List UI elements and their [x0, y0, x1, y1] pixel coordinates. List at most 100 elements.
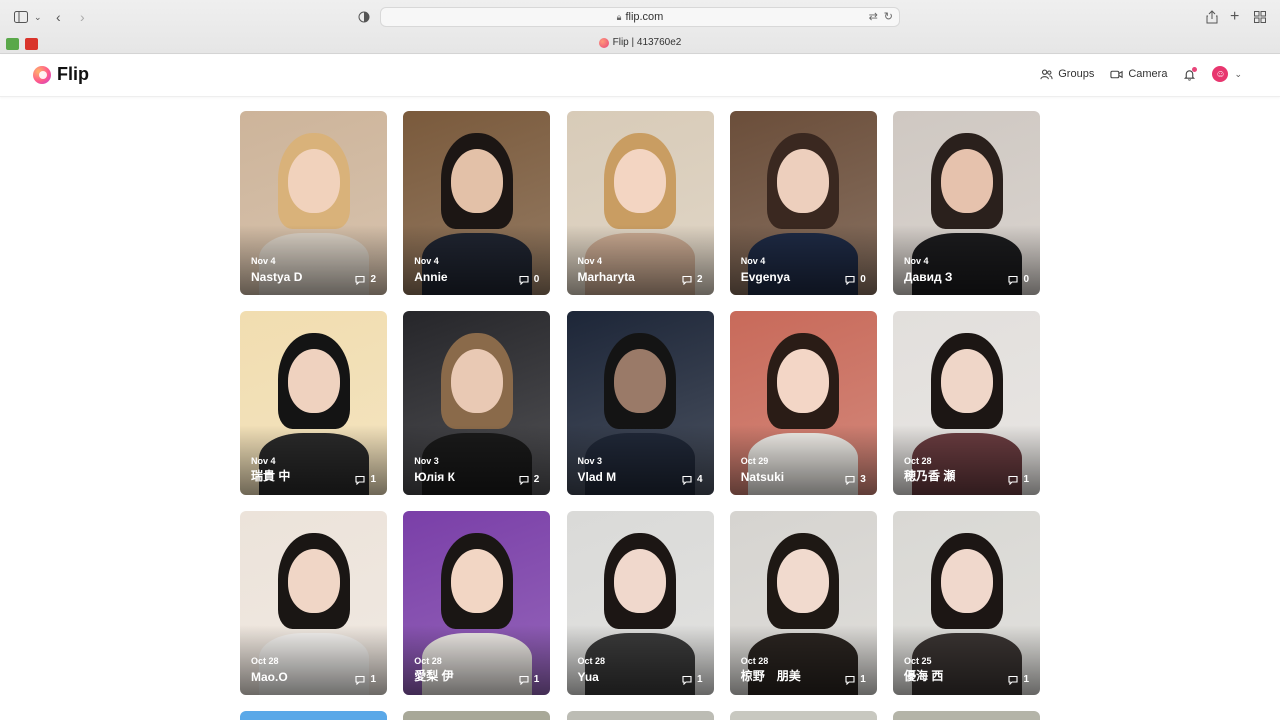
comment-icon [682, 675, 692, 685]
sidebar-toggle-icon[interactable] [14, 8, 28, 26]
flip-logo[interactable]: Flip [33, 64, 89, 85]
groups-link[interactable]: Groups [1040, 68, 1094, 81]
response-card-partial[interactable] [566, 711, 714, 720]
camera-icon [1110, 70, 1123, 78]
comment-count[interactable]: 1 [355, 474, 376, 485]
response-card[interactable]: Nov 4 Давид З 0 [893, 111, 1040, 295]
response-author: Natsuki [740, 470, 785, 484]
person-face [940, 149, 993, 213]
logo-text: Flip [57, 64, 89, 84]
comment-icon [355, 675, 365, 685]
comment-count[interactable]: 2 [355, 274, 376, 285]
camera-link[interactable]: Camera [1110, 68, 1167, 81]
flip-logo-icon [33, 65, 51, 84]
new-tab-icon[interactable]: + [1230, 8, 1239, 26]
comment-count[interactable]: 4 [682, 474, 703, 485]
response-card[interactable]: Nov 4 Annie 0 [403, 111, 551, 295]
response-author: Evgenya [740, 270, 791, 284]
share-icon[interactable] [1206, 8, 1218, 26]
response-card[interactable]: Nov 3 Юлія К 2 [403, 311, 551, 495]
response-date: Nov 4 [251, 256, 276, 266]
comment-icon [355, 475, 365, 485]
comment-count[interactable]: 1 [845, 674, 866, 685]
response-card-partial[interactable] [240, 711, 387, 720]
response-card[interactable]: Nov 4 瑞貴 中 1 [240, 311, 387, 495]
response-author: Vlad M [577, 470, 617, 484]
person-face [940, 549, 993, 613]
comment-count[interactable]: 2 [519, 474, 539, 485]
comment-count[interactable]: 2 [682, 274, 703, 285]
response-author: Yua [577, 670, 599, 684]
response-card[interactable]: Nov 4 Marharyta 2 [566, 111, 714, 295]
comment-count[interactable]: 1 [1008, 474, 1029, 485]
notifications-button[interactable] [1183, 66, 1198, 81]
comment-count-value: 4 [696, 474, 703, 485]
comment-icon [845, 675, 855, 685]
comment-count-value: 1 [696, 674, 703, 685]
comment-count[interactable]: 1 [1008, 674, 1029, 685]
tab-overview-icon[interactable] [1254, 8, 1266, 26]
privacy-shield-icon[interactable] [358, 8, 370, 26]
person-face [614, 149, 666, 213]
response-card[interactable]: Oct 25 優海 西 1 [893, 511, 1040, 695]
comment-count-value: 1 [370, 674, 376, 685]
person-face [287, 349, 340, 413]
comment-count[interactable]: 0 [1008, 274, 1029, 285]
person-face [777, 149, 830, 213]
response-date: Nov 4 [414, 256, 439, 266]
comment-count[interactable]: 1 [519, 674, 540, 685]
address-bar[interactable]: 🔒︎ flip.com ⇄ ↻ [380, 7, 900, 27]
response-date: Oct 28 [904, 456, 932, 466]
comment-icon [682, 475, 692, 485]
comment-count[interactable]: 3 [845, 474, 866, 485]
person-face [450, 549, 503, 613]
response-author: 穂乃香 瀬 [904, 469, 956, 483]
comment-count-value: 2 [370, 274, 376, 285]
response-card[interactable]: Nov 4 Evgenya 0 [729, 111, 877, 295]
person-face [287, 549, 340, 613]
comment-count-value: 1 [533, 674, 540, 685]
response-card[interactable]: Oct 28 愛梨 伊 1 [403, 511, 551, 695]
comment-count-value: 1 [1023, 674, 1029, 685]
comment-count[interactable]: 0 [519, 274, 539, 285]
comment-count-value: 0 [860, 274, 866, 285]
response-card[interactable]: Nov 4 Nastya D 2 [240, 111, 387, 295]
response-date: Oct 28 [414, 656, 442, 666]
response-author: 愛梨 伊 [414, 669, 454, 683]
response-card[interactable]: Oct 28 椋野 朋美 1 [729, 511, 877, 695]
response-card-partial[interactable] [893, 711, 1040, 720]
comment-icon [845, 275, 855, 285]
comment-icon [1008, 275, 1018, 285]
comment-count[interactable]: 0 [845, 274, 866, 285]
back-arrow-icon[interactable]: ‹ [56, 8, 61, 26]
active-tab[interactable]: Flip | 413760e2 [0, 37, 1280, 48]
response-author: Давид З [904, 270, 953, 284]
comment-count-value: 1 [370, 474, 376, 485]
response-card[interactable]: Oct 28 Yua 1 [566, 511, 714, 695]
account-menu[interactable]: ☺ ⌄ [1212, 66, 1242, 82]
response-author: Mao.O [251, 670, 288, 684]
forward-arrow-icon[interactable]: › [80, 8, 85, 26]
response-date: Oct 29 [740, 456, 769, 466]
response-author: 優海 西 [904, 669, 944, 683]
comment-count[interactable]: 1 [682, 674, 703, 685]
reload-icon[interactable]: ↻ [884, 10, 893, 23]
header-nav: Groups Camera ☺ ⌄ [1040, 66, 1242, 82]
response-card-partial[interactable] [403, 711, 551, 720]
response-card[interactable]: Oct 28 Mao.O 1 [240, 511, 387, 695]
response-author: Юлія К [414, 470, 455, 484]
translate-icon[interactable]: ⇄ [869, 10, 878, 23]
person-face [287, 149, 340, 213]
response-card-partial[interactable] [729, 711, 877, 720]
smiley-icon: ☺ [1212, 66, 1229, 82]
response-card[interactable]: Nov 3 Vlad M 4 [566, 311, 714, 495]
groups-icon [1040, 68, 1053, 79]
response-date: Oct 28 [251, 656, 279, 666]
response-card[interactable]: Oct 28 穂乃香 瀬 1 [893, 311, 1040, 495]
response-date: Nov 3 [414, 456, 439, 466]
chevron-down-icon[interactable]: ⌄ [34, 8, 42, 26]
response-card[interactable]: Oct 29 Natsuki 3 [729, 311, 877, 495]
groups-label: Groups [1058, 68, 1095, 80]
person-face [777, 349, 830, 413]
comment-count[interactable]: 1 [355, 674, 376, 685]
